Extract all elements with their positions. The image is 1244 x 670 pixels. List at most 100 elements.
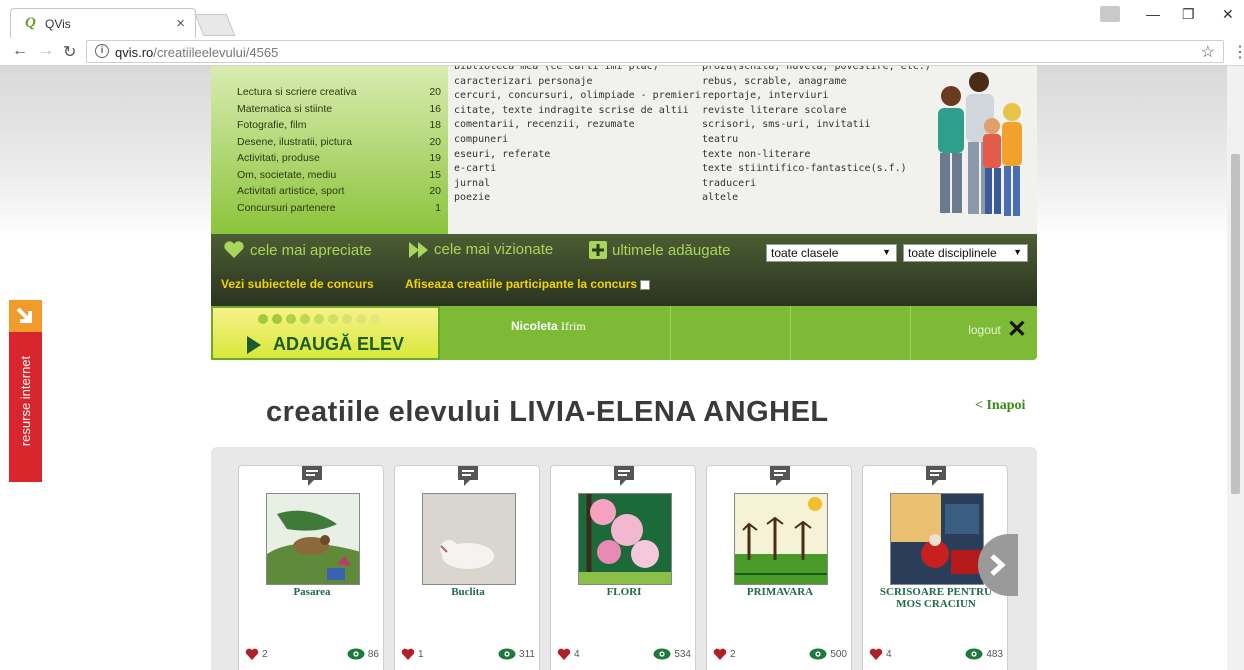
genre-item[interactable]: biblioteca mea (ce carti imi plac) <box>454 66 701 75</box>
category-item[interactable]: Activitati artistice, sport 20 <box>237 183 441 200</box>
scroll-thumb[interactable] <box>1231 154 1240 494</box>
heart-icon[interactable] <box>245 648 259 660</box>
most-viewed-label: cele mai vizionate <box>434 241 554 258</box>
creation-stats: 4 534 <box>557 648 691 660</box>
discipline-select[interactable]: toate disciplinele ▼ <box>903 244 1028 262</box>
page-title: creatiile elevului LIVIA-ELENA ANGHEL <box>266 396 829 428</box>
genre-item[interactable]: reportaje, interviuri <box>702 89 931 104</box>
creation-card[interactable]: PRIMAVARA 2 500 <box>706 465 852 670</box>
genre-item[interactable]: caracterizari personaje <box>454 75 701 90</box>
forward-arrow-icon[interactable]: → <box>38 42 54 60</box>
comment-icon[interactable] <box>300 464 324 488</box>
reload-icon[interactable]: ↻ <box>63 42 76 62</box>
genre-item[interactable]: altele <box>702 191 931 206</box>
likes-count: 1 <box>418 648 424 660</box>
heart-icon[interactable] <box>713 648 727 660</box>
minimize-icon[interactable]: — <box>1146 6 1160 22</box>
genre-item[interactable]: scrisori, sms-uri, invitatii <box>702 118 931 133</box>
browser-menu-icon[interactable]: ⋮ <box>1232 42 1244 62</box>
show-contest-checkbox[interactable] <box>640 279 651 290</box>
internet-resources-tab[interactable]: resurse internet <box>9 300 42 482</box>
genre-item[interactable]: eseuri, referate <box>454 148 701 163</box>
genre-item[interactable]: jurnal <box>454 177 701 192</box>
genre-item[interactable]: comentarii, recenzii, rezumate <box>454 118 701 133</box>
category-item[interactable]: Concursuri partenere 1 <box>237 200 441 217</box>
category-item[interactable]: Matematica si stiinte 16 <box>237 101 441 118</box>
category-name: Fotografie, film <box>237 119 307 131</box>
info-icon[interactable]: i <box>95 44 109 58</box>
creation-title[interactable]: Pasarea <box>245 586 379 598</box>
category-item[interactable]: Desene, ilustratii, pictura 20 <box>237 134 441 151</box>
most-liked-link[interactable]: cele mai apreciate <box>223 241 372 259</box>
category-name: Activitati artistice, sport <box>237 185 345 197</box>
comment-icon[interactable] <box>456 464 480 488</box>
category-item[interactable]: Fotografie, film 18 <box>237 117 441 134</box>
genre-item[interactable]: cercuri, concursuri, olimpiade - premier… <box>454 89 701 104</box>
creation-title[interactable]: Buclita <box>401 586 535 598</box>
comment-icon[interactable] <box>924 464 948 488</box>
genre-item[interactable]: texte stiintifico-fantastice(s.f.) <box>702 162 931 177</box>
creation-thumbnail[interactable] <box>266 493 360 585</box>
category-item[interactable]: Om, societate, mediu 15 <box>237 167 441 184</box>
back-link[interactable]: < Inapoi <box>975 398 1025 414</box>
play-icon <box>247 335 261 354</box>
category-item[interactable]: Activitati, produse 19 <box>237 150 441 167</box>
url-path: /creatiileelevului/4565 <box>153 45 279 60</box>
show-contest-toggle[interactable]: Afiseaza creatiile participante la concu… <box>405 277 651 291</box>
profile-icon[interactable] <box>1100 6 1120 22</box>
address-bar[interactable]: i qvis.ro/creatiileelevului/4565 ☆ <box>86 40 1224 63</box>
views: 500 <box>809 648 847 660</box>
genre-item[interactable]: texte non-literare <box>702 148 931 163</box>
creation-stats: 2 86 <box>245 648 379 660</box>
creation-stats: 4 483 <box>869 648 1003 660</box>
eye-icon <box>347 648 365 660</box>
category-name: Lectura si scriere creativa <box>237 86 357 98</box>
latest-link[interactable]: ultimele adăugate <box>589 241 730 259</box>
creation-stats: 2 500 <box>713 648 847 660</box>
most-viewed-link[interactable]: cele mai vizionate <box>409 241 553 258</box>
creation-thumbnail[interactable] <box>578 493 672 585</box>
heart-icon[interactable] <box>869 648 883 660</box>
creation-thumbnail[interactable] <box>734 493 828 585</box>
class-select[interactable]: toate clasele ▼ <box>766 244 897 262</box>
likes-count: 2 <box>730 648 736 660</box>
genre-item[interactable]: teatru <box>702 133 931 148</box>
likes: 2 <box>713 648 736 660</box>
genre-item[interactable]: rebus, scrable, anagrame <box>702 75 931 90</box>
views-count: 86 <box>367 648 379 660</box>
eye-icon <box>498 648 516 660</box>
scrollbar[interactable] <box>1227 66 1244 670</box>
url-host: qvis.ro <box>115 45 154 60</box>
genre-item[interactable]: e-carti <box>454 162 701 177</box>
creation-thumbnail[interactable] <box>890 493 984 585</box>
heart-icon[interactable] <box>557 648 571 660</box>
contest-subjects-link[interactable]: Vezi subiectele de concurs <box>221 277 374 291</box>
category-item[interactable]: Lectura si scriere creativa 20 <box>237 84 441 101</box>
dropdown-arrow-icon: ▼ <box>1013 247 1022 257</box>
genre-item[interactable]: compuneri <box>454 133 701 148</box>
comment-icon[interactable] <box>768 464 792 488</box>
genre-item[interactable]: traduceri <box>702 177 931 192</box>
creation-thumbnail[interactable] <box>422 493 516 585</box>
comment-icon[interactable] <box>612 464 636 488</box>
browser-tab[interactable]: Q QVis × <box>10 8 196 38</box>
creation-card[interactable]: Buclita 1 311 <box>394 465 540 670</box>
creation-card[interactable]: FLORI 4 534 <box>550 465 696 670</box>
creation-title[interactable]: PRIMAVARA <box>713 586 847 598</box>
genre-item[interactable]: poezie <box>454 191 701 206</box>
creation-title[interactable]: FLORI <box>557 586 691 598</box>
heart-icon[interactable] <box>401 648 415 660</box>
add-student-button[interactable]: ADAUGĂ ELEV <box>211 306 440 360</box>
next-arrow-button[interactable] <box>978 534 1018 596</box>
new-tab-button[interactable] <box>194 14 236 36</box>
bookmark-star-icon[interactable]: ☆ <box>1201 42 1215 62</box>
restore-icon[interactable]: ❐ <box>1182 6 1195 23</box>
tab-close-icon[interactable]: × <box>176 15 185 32</box>
genre-item[interactable]: proza(schita, nuvela, povestire, etc.) <box>702 66 931 75</box>
back-arrow-icon[interactable]: ← <box>12 42 28 60</box>
logout-button[interactable]: logout ✕ <box>968 318 1027 342</box>
creation-card[interactable]: Pasarea 2 86 <box>238 465 384 670</box>
genre-item[interactable]: citate, texte indragite scrise de altii <box>454 104 701 119</box>
close-window-icon[interactable]: ✕ <box>1222 6 1234 23</box>
genre-item[interactable]: reviste literare scolare <box>702 104 931 119</box>
